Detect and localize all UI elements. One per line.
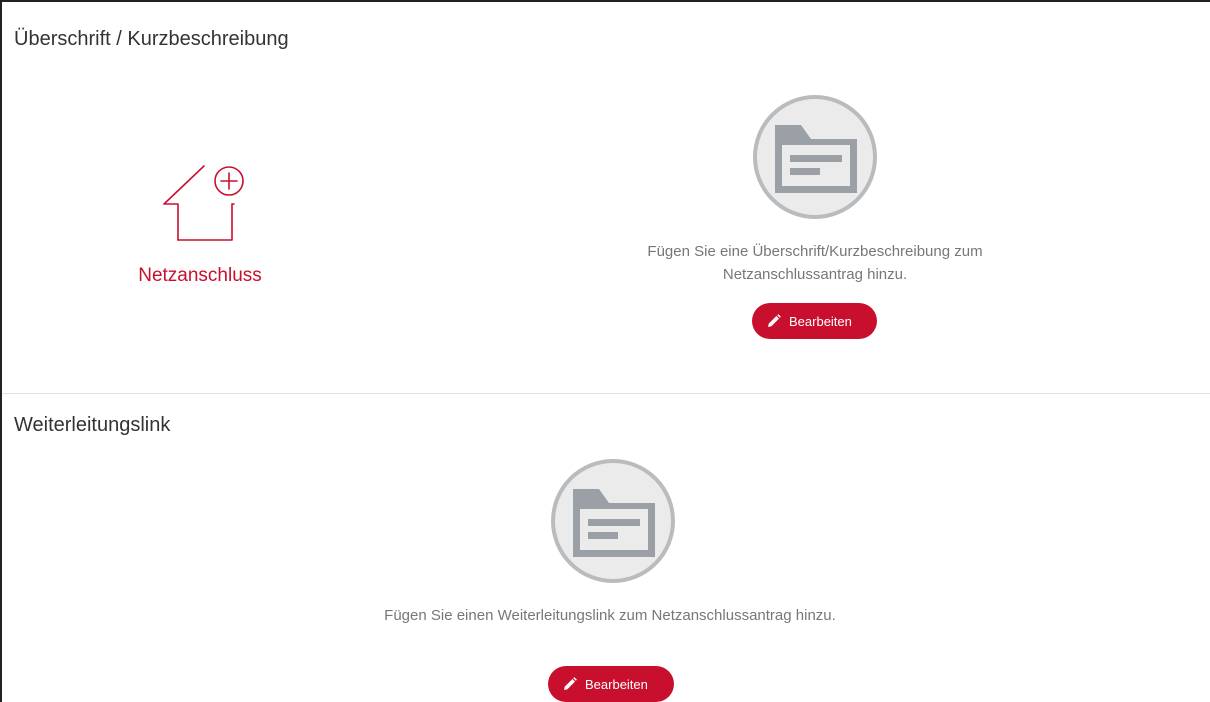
logo-text: Netzanschluss: [138, 265, 262, 286]
edit-forward-link-button[interactable]: Bearbeiten: [548, 666, 674, 702]
folder-document-icon: [551, 459, 675, 583]
pencil-icon: [564, 677, 577, 690]
heading-empty-description: Fügen Sie eine Überschrift/Kurzbeschreib…: [647, 243, 983, 283]
section-title-heading: Überschrift / Kurzbeschreibung: [14, 28, 289, 50]
section-title-forward-link: Weiterleitungslink: [14, 414, 171, 436]
edit-heading-button[interactable]: Bearbeiten: [752, 303, 877, 339]
section-divider: [2, 393, 1210, 394]
page-frame: [0, 0, 1210, 702]
house-plus-icon: [163, 165, 244, 241]
pencil-icon: [768, 314, 781, 327]
forward-link-empty-description: Fügen Sie einen Weiterleitungslink zum N…: [384, 607, 836, 624]
edit-heading-button-label: Bearbeiten: [789, 313, 852, 329]
folder-document-icon: [753, 95, 877, 219]
edit-forward-link-button-label: Bearbeiten: [585, 676, 648, 692]
